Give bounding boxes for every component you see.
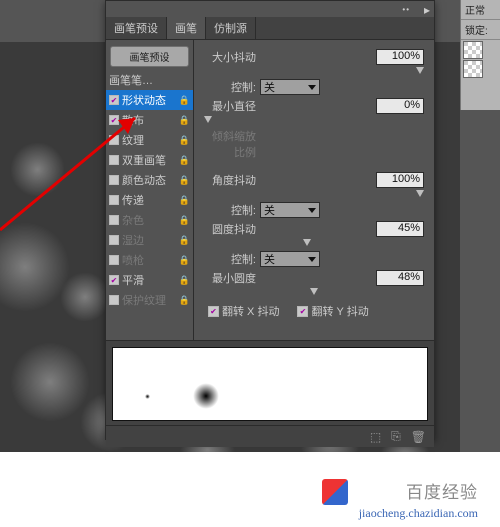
- lock-icon: 🔒: [179, 295, 190, 306]
- roundness-jitter-input[interactable]: 45%: [376, 221, 424, 237]
- panel-footer: ⬚ ⎘ 🗑: [106, 425, 434, 447]
- sidebar-scattering[interactable]: 散布🔒: [106, 110, 193, 130]
- brush-options-sidebar: 画笔预设 画笔笔尖形状 形状动态🔒 散布🔒 纹理🔒 双重画笔🔒 颜色动态🔒 传递…: [106, 40, 194, 340]
- flip-x-checkbox[interactable]: ✔翻转 X 抖动: [208, 303, 279, 319]
- roundness-jitter-label: 圆度抖动: [204, 221, 256, 237]
- size-jitter-slider[interactable]: [204, 68, 424, 76]
- lock-icon: 🔒: [179, 275, 190, 286]
- flip-y-checkbox[interactable]: ✔翻转 Y 抖动: [297, 303, 368, 319]
- sidebar-noise[interactable]: 杂色🔒: [106, 210, 193, 230]
- layer-thumbnail[interactable]: [463, 60, 483, 78]
- checkbox-icon[interactable]: [109, 115, 119, 125]
- sidebar-texture[interactable]: 纹理🔒: [106, 130, 193, 150]
- watermark-url: jiaocheng.chazidian.com: [0, 506, 478, 521]
- checkbox-icon[interactable]: [109, 275, 119, 285]
- control-label: 控制:: [204, 251, 256, 267]
- shape-dynamics-settings: 大小抖动100% 控制:关 最小直径0% 倾斜缩放比例 角度抖动100% 控制:…: [194, 40, 434, 340]
- min-roundness-input[interactable]: 48%: [376, 270, 424, 286]
- lock-icon: 🔒: [179, 175, 190, 186]
- angle-jitter-input[interactable]: 100%: [376, 172, 424, 188]
- roundness-control-select[interactable]: 关: [260, 251, 320, 267]
- sidebar-protect-texture[interactable]: 保护纹理🔒: [106, 290, 193, 310]
- angle-control-select[interactable]: 关: [260, 202, 320, 218]
- lock-icon: 🔒: [179, 155, 190, 166]
- lock-row: 锁定:: [461, 20, 500, 40]
- min-diameter-input[interactable]: 0%: [376, 98, 424, 114]
- brush-panel: •• ▸ 画笔预设 画笔 仿制源 画笔预设 画笔笔尖形状 形状动态🔒 散布🔒 纹…: [105, 0, 435, 440]
- sidebar-brush-tip[interactable]: 画笔笔尖形状: [106, 70, 193, 90]
- lock-icon: 🔒: [179, 115, 190, 126]
- size-jitter-input[interactable]: 100%: [376, 49, 424, 65]
- layers-panel-fragment: 正常 锁定:: [460, 0, 500, 110]
- layer-thumbnail[interactable]: [463, 41, 483, 59]
- min-roundness-label: 最小圆度: [204, 270, 256, 286]
- panel-menu-icon[interactable]: ••: [402, 5, 410, 14]
- roundness-jitter-slider[interactable]: [204, 240, 424, 248]
- trash-icon[interactable]: 🗑: [411, 430, 426, 444]
- lock-icon: 🔒: [179, 195, 190, 206]
- sidebar-shape-dynamics[interactable]: 形状动态🔒: [106, 90, 193, 110]
- site-logo-icon: [322, 479, 348, 505]
- panel-collapse-icon[interactable]: ▸: [424, 3, 430, 17]
- sidebar-airbrush[interactable]: 喷枪🔒: [106, 250, 193, 270]
- min-diameter-slider[interactable]: [204, 117, 424, 125]
- checkbox-icon[interactable]: [109, 155, 119, 165]
- sidebar-dual-brush[interactable]: 双重画笔🔒: [106, 150, 193, 170]
- tab-clone-source[interactable]: 仿制源: [206, 17, 256, 39]
- watermark-title: 百度经验: [406, 483, 478, 502]
- checkbox-icon[interactable]: [109, 215, 119, 225]
- control-label: 控制:: [204, 202, 256, 218]
- lock-icon: 🔒: [179, 135, 190, 146]
- sidebar-color-dynamics[interactable]: 颜色动态🔒: [106, 170, 193, 190]
- blend-mode-row[interactable]: 正常: [461, 0, 500, 20]
- checkbox-icon[interactable]: [109, 235, 119, 245]
- checkbox-icon[interactable]: [109, 175, 119, 185]
- checkbox-icon[interactable]: [109, 95, 119, 105]
- sidebar-transfer[interactable]: 传递🔒: [106, 190, 193, 210]
- angle-jitter-label: 角度抖动: [204, 172, 256, 188]
- lock-icon: 🔒: [179, 95, 190, 106]
- min-roundness-slider[interactable]: [204, 289, 424, 297]
- min-diameter-label: 最小直径: [204, 98, 256, 114]
- checkbox-icon[interactable]: [109, 255, 119, 265]
- panel-tab-bar: 画笔预设 画笔 仿制源: [106, 17, 434, 40]
- angle-jitter-slider[interactable]: [204, 191, 424, 199]
- control-label: 控制:: [204, 79, 256, 95]
- checkbox-icon[interactable]: [109, 195, 119, 205]
- tab-brush-presets[interactable]: 画笔预设: [106, 17, 167, 39]
- checkbox-icon[interactable]: [109, 135, 119, 145]
- new-brush-icon[interactable]: ⎘: [391, 429, 401, 444]
- toggle-preview-icon[interactable]: ⬚: [370, 430, 381, 444]
- size-jitter-label: 大小抖动: [204, 49, 256, 65]
- sidebar-smoothing[interactable]: 平滑🔒: [106, 270, 193, 290]
- page-watermark: 百度经验 jiaocheng.chazidian.com: [0, 452, 500, 527]
- brush-presets-button[interactable]: 画笔预设: [110, 46, 189, 67]
- brush-preview: [106, 340, 434, 425]
- tab-brush[interactable]: 画笔: [167, 17, 206, 39]
- checkbox-icon[interactable]: [109, 295, 119, 305]
- size-control-select[interactable]: 关: [260, 79, 320, 95]
- sidebar-wet-edges[interactable]: 湿边🔒: [106, 230, 193, 250]
- lock-icon: 🔒: [179, 215, 190, 226]
- tilt-scale-label: 倾斜缩放比例: [204, 128, 256, 160]
- lock-icon: 🔒: [179, 255, 190, 266]
- lock-icon: 🔒: [179, 235, 190, 246]
